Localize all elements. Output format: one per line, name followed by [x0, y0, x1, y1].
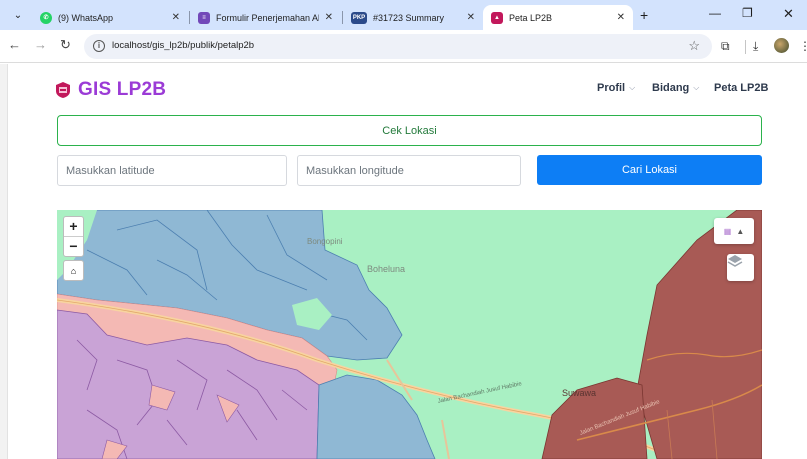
- whatsapp-icon: ✆: [40, 11, 52, 24]
- site-info-icon[interactable]: i: [93, 40, 105, 52]
- village-label-muted: Boheluna: [367, 264, 406, 274]
- tab-search-icon[interactable]: ⌄: [10, 8, 26, 24]
- layers-button[interactable]: [727, 254, 754, 281]
- window-close-icon[interactable]: ✕: [783, 6, 794, 22]
- zoom-control: + −: [63, 216, 84, 257]
- download-icon[interactable]: ⤓: [753, 39, 758, 54]
- address-bar[interactable]: i localhost/gis_lp2b/publik/petalp2b ☆: [84, 34, 712, 59]
- url-text[interactable]: localhost/gis_lp2b/publik/petalp2b: [112, 40, 254, 51]
- longitude-input[interactable]: [297, 155, 521, 186]
- nav-profil[interactable]: Profil ⌵: [597, 82, 635, 94]
- close-icon[interactable]: ✕: [467, 12, 475, 23]
- tab-summary[interactable]: PKP #31723 Summary ✕: [343, 5, 483, 30]
- chevron-down-icon: ⌵: [629, 83, 636, 92]
- basemap-icon: ▦: [723, 226, 732, 236]
- close-icon[interactable]: ✕: [617, 12, 625, 23]
- map-view[interactable]: Boheluna Bongopini Suwawa Jalan Bachandi…: [57, 210, 762, 459]
- home-icon: ⌂: [70, 265, 77, 276]
- back-icon[interactable]: ←: [8, 38, 21, 52]
- menu-kebab-icon[interactable]: ⋮: [799, 39, 807, 53]
- minimize-icon[interactable]: —: [709, 6, 721, 20]
- map-layers: [57, 210, 762, 459]
- chevron-down-icon: ⌵: [693, 83, 700, 92]
- zoom-out-button[interactable]: −: [64, 237, 83, 256]
- area-label-muted: Bongopini: [307, 237, 343, 246]
- layers-icon: [727, 255, 743, 267]
- caret-up-icon: ▲: [736, 226, 745, 236]
- page-content: GIS LP2B Profil ⌵ Bidang ⌵ Peta LP2B Cek L…: [8, 64, 807, 459]
- side-panel-edge: [0, 64, 8, 459]
- forms-icon: ≡: [198, 11, 210, 24]
- lp2b-icon: ▲: [491, 11, 503, 24]
- zone-red-east: [636, 210, 762, 459]
- tab-whatsapp[interactable]: ✆ (9) WhatsApp ✕: [32, 5, 188, 30]
- zoom-in-button[interactable]: +: [64, 217, 83, 236]
- brand-name: GIS LP2B: [78, 79, 167, 100]
- browser-toolbar: ← → ↻ i localhost/gis_lp2b/publik/petalp…: [0, 30, 807, 63]
- extensions-icon[interactable]: ⧉: [721, 39, 730, 54]
- close-icon[interactable]: ✕: [325, 12, 333, 23]
- tab-peta-lp2b[interactable]: ▲ Peta LP2B ✕: [483, 5, 633, 30]
- tab-formulir[interactable]: ≡ Formulir Penerjemahan Abstrak ✕: [190, 5, 341, 30]
- maximize-icon[interactable]: ❐: [742, 6, 753, 20]
- profile-avatar[interactable]: [774, 38, 789, 53]
- brand[interactable]: GIS LP2B: [56, 79, 166, 101]
- map-label-suwawa: Suwawa: [562, 388, 597, 398]
- nav-peta-lp2b[interactable]: Peta LP2B: [714, 82, 768, 94]
- ojs-icon: PKP: [351, 11, 367, 24]
- basemap-switcher[interactable]: ▦ ▲: [714, 218, 754, 244]
- bookmark-star-icon[interactable]: ☆: [688, 38, 700, 54]
- cari-lokasi-button[interactable]: Cari Lokasi: [537, 155, 762, 185]
- cek-lokasi-button[interactable]: Cek Lokasi: [57, 115, 762, 146]
- new-tab-button[interactable]: +: [640, 8, 648, 22]
- home-extent-button[interactable]: ⌂: [63, 260, 84, 281]
- lp2b-logo-icon: [56, 82, 70, 98]
- reload-icon[interactable]: ↻: [60, 38, 71, 52]
- forward-icon[interactable]: →: [34, 38, 47, 52]
- close-icon[interactable]: ✕: [172, 12, 180, 23]
- nav-bidang[interactable]: Bidang ⌵: [652, 82, 699, 94]
- tab-strip: ⌄ ✆ (9) WhatsApp ✕ ≡ Formulir Penerjemah…: [0, 0, 807, 30]
- latitude-input[interactable]: [57, 155, 287, 186]
